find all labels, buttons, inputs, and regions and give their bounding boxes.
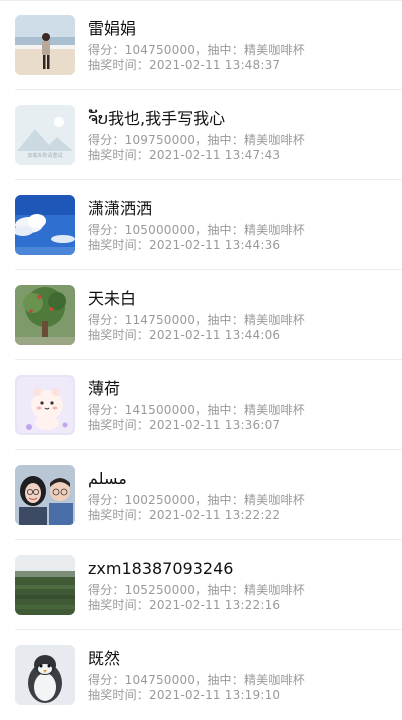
prize-value: 精美咖啡杯 xyxy=(243,583,305,597)
time-label: 抽奖时间： xyxy=(88,148,150,162)
time-value: 2021-02-11 13:19:10 xyxy=(149,688,281,702)
penguin-icon xyxy=(15,645,75,705)
prize-value: 精美咖啡杯 xyxy=(243,133,305,147)
prize-label: ，抽中： xyxy=(195,673,244,687)
score-value: 105250000 xyxy=(124,583,196,597)
score-label: 得分： xyxy=(88,133,125,147)
time-label: 抽奖时间： xyxy=(88,328,150,342)
entry-name: مسلم xyxy=(88,469,127,488)
field-avatar xyxy=(15,555,75,615)
beach-photo-avatar xyxy=(15,15,75,75)
penguin-avatar xyxy=(15,645,75,705)
score-value: 109750000 xyxy=(124,133,196,147)
prize-label: ，抽中： xyxy=(195,133,244,147)
list-item[interactable]: 既然 得分：104750000，抽中：精美咖啡杯 抽奖时间：2021-02-11… xyxy=(0,630,402,720)
prize-label: ，抽中： xyxy=(195,223,244,237)
score-value: 105000000 xyxy=(124,223,196,237)
blue-sky-icon xyxy=(15,195,75,255)
time-label: 抽奖时间： xyxy=(88,688,150,702)
prize-value: 精美咖啡杯 xyxy=(243,313,305,327)
list-item[interactable]: zxm18387093246 得分：105250000，抽中：精美咖啡杯 抽奖时… xyxy=(0,540,402,630)
cartoon-pig-avatar xyxy=(15,375,75,435)
entry-time-line: 抽奖时间：2021-02-11 13:22:16 xyxy=(88,598,280,613)
score-label: 得分： xyxy=(88,313,125,327)
entry-name: 雷娟娟 xyxy=(88,19,137,38)
entry-time-line: 抽奖时间：2021-02-11 13:19:10 xyxy=(88,688,280,703)
time-label: 抽奖时间： xyxy=(88,508,150,522)
entry-score-line: 得分：100250000，抽中：精美咖啡杯 xyxy=(88,493,305,508)
time-value: 2021-02-11 13:36:07 xyxy=(149,418,281,432)
list-item[interactable]: 雷娟娟 得分：104750000，抽中：精美咖啡杯 抽奖时间：2021-02-1… xyxy=(0,0,402,90)
entry-time-line: 抽奖时间：2021-02-11 13:36:07 xyxy=(88,418,280,433)
entry-score-line: 得分：141500000，抽中：精美咖啡杯 xyxy=(88,403,305,418)
time-value: 2021-02-11 13:22:22 xyxy=(149,508,281,522)
score-label: 得分： xyxy=(88,223,125,237)
score-label: 得分： xyxy=(88,493,125,507)
time-value: 2021-02-11 13:47:43 xyxy=(149,148,281,162)
prize-value: 精美咖啡杯 xyxy=(243,223,305,237)
tree-icon xyxy=(15,285,75,345)
time-value: 2021-02-11 13:44:36 xyxy=(149,238,281,252)
entry-time-line: 抽奖时间：2021-02-11 13:44:06 xyxy=(88,328,280,343)
time-label: 抽奖时间： xyxy=(88,418,150,432)
score-value: 114750000 xyxy=(124,313,196,327)
placeholder-landscape-avatar: 加载失败请重试 xyxy=(15,105,75,165)
prize-value: 精美咖啡杯 xyxy=(243,43,305,57)
entry-time-line: 抽奖时间：2021-02-11 13:47:43 xyxy=(88,148,280,163)
time-value: 2021-02-11 13:22:16 xyxy=(149,598,281,612)
entry-name: zxm18387093246 xyxy=(88,559,234,578)
entry-name: 潇潇洒洒 xyxy=(88,199,153,218)
placeholder-landscape-icon: 加载失败请重试 xyxy=(15,105,75,165)
prize-value: 精美咖啡杯 xyxy=(243,403,305,417)
prize-label: ，抽中： xyxy=(195,583,244,597)
entry-score-line: 得分：104750000，抽中：精美咖啡杯 xyxy=(88,673,305,688)
time-label: 抽奖时间： xyxy=(88,598,150,612)
prize-label: ，抽中： xyxy=(195,313,244,327)
score-label: 得分： xyxy=(88,403,125,417)
prize-label: ，抽中： xyxy=(195,43,244,57)
list-item[interactable]: 潇潇洒洒 得分：105000000，抽中：精美咖啡杯 抽奖时间：2021-02-… xyxy=(0,180,402,270)
score-value: 100250000 xyxy=(124,493,196,507)
list-item[interactable]: مسلم 得分：100250000，抽中：精美咖啡杯 抽奖时间：2021-02-… xyxy=(0,450,402,540)
entry-time-line: 抽奖时间：2021-02-11 13:22:22 xyxy=(88,508,280,523)
entry-name: ຈັບ我也,我手写我心 xyxy=(88,109,226,128)
entry-time-line: 抽奖时间：2021-02-11 13:48:37 xyxy=(88,58,280,73)
blue-sky-avatar xyxy=(15,195,75,255)
beach-photo-icon xyxy=(15,15,75,75)
tree-avatar xyxy=(15,285,75,345)
two-people-icon xyxy=(15,465,75,525)
entry-time-line: 抽奖时间：2021-02-11 13:44:36 xyxy=(88,238,280,253)
time-value: 2021-02-11 13:48:37 xyxy=(149,58,281,72)
cartoon-pig-icon xyxy=(15,375,75,435)
entry-score-line: 得分：109750000，抽中：精美咖啡杯 xyxy=(88,133,305,148)
list-item[interactable]: 天未白 得分：114750000，抽中：精美咖啡杯 抽奖时间：2021-02-1… xyxy=(0,270,402,360)
prize-label: ，抽中： xyxy=(195,493,244,507)
time-value: 2021-02-11 13:44:06 xyxy=(149,328,281,342)
prize-value: 精美咖啡杯 xyxy=(243,493,305,507)
placeholder-caption: 加载失败请重试 xyxy=(27,152,62,159)
prize-value: 精美咖啡杯 xyxy=(243,673,305,687)
score-value: 104750000 xyxy=(124,43,196,57)
entry-score-line: 得分：114750000，抽中：精美咖啡杯 xyxy=(88,313,305,328)
prize-label: ，抽中： xyxy=(195,403,244,417)
entry-name: 薄荷 xyxy=(88,379,121,398)
entry-score-line: 得分：105000000，抽中：精美咖啡杯 xyxy=(88,223,305,238)
list-item[interactable]: 加载失败请重试 ຈັບ我也,我手写我心 得分：109750000，抽中：精美咖啡… xyxy=(0,90,402,180)
entry-score-line: 得分：104750000，抽中：精美咖啡杯 xyxy=(88,43,305,58)
score-value: 141500000 xyxy=(124,403,196,417)
score-label: 得分： xyxy=(88,583,125,597)
time-label: 抽奖时间： xyxy=(88,238,150,252)
score-value: 104750000 xyxy=(124,673,196,687)
field-icon xyxy=(15,555,75,615)
score-label: 得分： xyxy=(88,43,125,57)
two-people-avatar xyxy=(15,465,75,525)
time-label: 抽奖时间： xyxy=(88,58,150,72)
entry-name: 既然 xyxy=(88,649,121,668)
score-label: 得分： xyxy=(88,673,125,687)
entry-score-line: 得分：105250000，抽中：精美咖啡杯 xyxy=(88,583,305,598)
list-item[interactable]: 薄荷 得分：141500000，抽中：精美咖啡杯 抽奖时间：2021-02-11… xyxy=(0,360,402,450)
entry-name: 天未白 xyxy=(88,289,137,308)
